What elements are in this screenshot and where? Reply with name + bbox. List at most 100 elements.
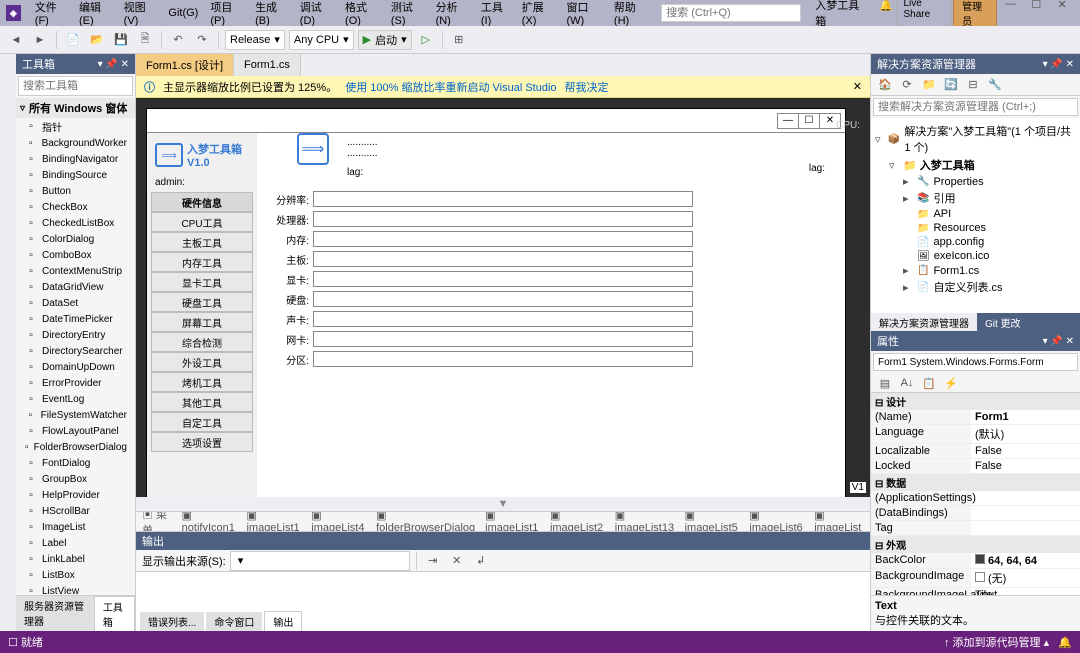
- form-side-btn[interactable]: 硬件信息: [151, 192, 253, 212]
- infobar-link-restart[interactable]: 使用 100% 缩放比率重新启动 Visual Studio: [345, 79, 556, 95]
- toolbox-item[interactable]: ▫ComboBox: [16, 247, 135, 263]
- form-side-btn[interactable]: 主板工具: [151, 232, 253, 252]
- pin-icon[interactable]: ▾ 📌 ✕: [98, 59, 129, 70]
- prop-row[interactable]: Language(默认): [871, 425, 1080, 444]
- left-tab-toolbox[interactable]: 工具箱: [94, 596, 135, 631]
- redo-icon[interactable]: ↷: [192, 30, 212, 50]
- field-input[interactable]: [313, 351, 693, 367]
- toolbox-item[interactable]: ▫ListView: [16, 583, 135, 595]
- form-min-icon[interactable]: —: [777, 113, 799, 129]
- form-side-btn[interactable]: 外设工具: [151, 352, 253, 372]
- field-input[interactable]: [313, 311, 693, 327]
- toolbox-item[interactable]: ▫LinkLabel: [16, 551, 135, 567]
- sln-tab-explorer[interactable]: 解决方案资源管理器: [871, 313, 977, 331]
- toolbox-item[interactable]: ▫ImageList: [16, 519, 135, 535]
- infobar-link-help[interactable]: 帮我决定: [565, 79, 609, 95]
- btm-tab-output[interactable]: 输出: [264, 611, 302, 631]
- tray-item[interactable]: ▣ 菜单: [142, 511, 172, 531]
- form-side-btn[interactable]: 显卡工具: [151, 272, 253, 292]
- toolbox-item[interactable]: ▫FlowLayoutPanel: [16, 423, 135, 439]
- tree-resources[interactable]: 📁 Resources: [875, 221, 1076, 235]
- global-search-input[interactable]: [661, 4, 801, 22]
- tree-api[interactable]: 📁 API: [875, 207, 1076, 221]
- prop-row[interactable]: (DataBindings): [871, 506, 1080, 521]
- menu-help[interactable]: 帮助(H): [608, 0, 653, 29]
- toolbox-item[interactable]: ▫BackgroundWorker: [16, 135, 135, 151]
- prop-row[interactable]: (ApplicationSettings): [871, 491, 1080, 506]
- sln-tab-git[interactable]: Git 更改: [977, 313, 1029, 331]
- menu-extensions[interactable]: 扩展(X): [516, 0, 561, 29]
- toolbox-item[interactable]: ▫DataSet: [16, 295, 135, 311]
- menu-build[interactable]: 生成(B): [249, 0, 294, 29]
- menu-test[interactable]: 测试(S): [385, 0, 430, 29]
- toolbox-item[interactable]: ▫HelpProvider: [16, 487, 135, 503]
- output-wrap-icon[interactable]: ↲: [471, 551, 491, 571]
- new-icon[interactable]: 📄: [63, 30, 83, 50]
- toolbox-item[interactable]: ▫BindingSource: [16, 167, 135, 183]
- prop-row[interactable]: LockedFalse: [871, 459, 1080, 474]
- prop-row[interactable]: BackgroundImageLayoutTile: [871, 588, 1080, 595]
- toolbox-item[interactable]: ▫Label: [16, 535, 135, 551]
- props-object-dropdown[interactable]: Form1 System.Windows.Forms.Form: [873, 353, 1078, 371]
- form-side-btn[interactable]: 其他工具: [151, 392, 253, 412]
- toolbox-item[interactable]: ▫CheckBox: [16, 199, 135, 215]
- tray-item[interactable]: ▣ imageList1: [246, 511, 301, 531]
- toolbox-item[interactable]: ▫DateTimePicker: [16, 311, 135, 327]
- platform-dropdown[interactable]: Any CPU ▾: [289, 30, 354, 50]
- field-input[interactable]: [313, 251, 693, 267]
- tree-customlist[interactable]: ▸📄 自定义列表.cs: [875, 278, 1076, 296]
- sln-search-input[interactable]: [873, 98, 1078, 116]
- props-pin-icon[interactable]: ▾ 📌 ✕: [1043, 336, 1074, 347]
- form-side-btn[interactable]: 选项设置: [151, 432, 253, 452]
- tray-item[interactable]: ▣ imageList5: [685, 511, 740, 531]
- toolbox-item[interactable]: ▫Button: [16, 183, 135, 199]
- menu-view[interactable]: 视图(V): [118, 0, 163, 29]
- sln-showall-icon[interactable]: 📁: [919, 75, 939, 95]
- config-dropdown[interactable]: Release ▾: [225, 30, 285, 50]
- output-clear-icon[interactable]: ✕: [447, 551, 467, 571]
- sln-sync-icon[interactable]: ⟳: [897, 75, 917, 95]
- toolbox-item[interactable]: ▫ListBox: [16, 567, 135, 583]
- tray-item[interactable]: ▣ imageList13: [615, 511, 675, 531]
- tree-exeicon[interactable]: 🖼 exeIcon.ico: [875, 249, 1076, 263]
- sln-refresh-icon[interactable]: 🔄: [941, 75, 961, 95]
- open-icon[interactable]: 📂: [87, 30, 107, 50]
- tree-appconfig[interactable]: 📄 app.config: [875, 235, 1076, 249]
- toolbox-item[interactable]: ▫DirectoryEntry: [16, 327, 135, 343]
- sln-pin-icon[interactable]: ▾ 📌 ✕: [1043, 59, 1074, 70]
- tree-properties[interactable]: ▸🔧 Properties: [875, 174, 1076, 189]
- menu-project[interactable]: 项目(P): [204, 0, 249, 29]
- menu-debug[interactable]: 调试(D): [294, 0, 339, 29]
- sln-collapse-icon[interactable]: ⊟: [963, 75, 983, 95]
- btm-tab-cmd[interactable]: 命令窗口: [206, 612, 262, 631]
- props-cat-icon[interactable]: ▤: [875, 373, 895, 393]
- menu-file[interactable]: 文件(F): [29, 0, 73, 29]
- save-icon[interactable]: 💾: [111, 30, 131, 50]
- field-input[interactable]: [313, 271, 693, 287]
- field-input[interactable]: [313, 211, 693, 227]
- toolbox-item[interactable]: ▫FolderBrowserDialog: [16, 439, 135, 455]
- close-icon[interactable]: ✕: [1050, 0, 1074, 13]
- menu-format[interactable]: 格式(O): [339, 0, 385, 29]
- toolbox-item[interactable]: ▫ErrorProvider: [16, 375, 135, 391]
- menu-git[interactable]: Git(G): [162, 5, 204, 21]
- tray-item[interactable]: ▣ imageList: [814, 511, 864, 531]
- toolbox-item[interactable]: ▫EventLog: [16, 391, 135, 407]
- output-source-dropdown[interactable]: ▾: [230, 551, 410, 571]
- start-noDebug-icon[interactable]: ▷: [416, 30, 436, 50]
- toolbox-item[interactable]: ▫ColorDialog: [16, 231, 135, 247]
- menu-analyze[interactable]: 分析(N): [430, 0, 475, 29]
- doc-tab-designer[interactable]: Form1.cs [设计]: [136, 54, 234, 76]
- prop-row[interactable]: (Name)Form1: [871, 410, 1080, 425]
- start-button[interactable]: ▶ 启动 ▾: [358, 30, 412, 50]
- form-max-icon[interactable]: ☐: [798, 113, 820, 129]
- nav-back-icon[interactable]: ◄: [6, 30, 26, 50]
- status-addsrc[interactable]: ↑ 添加到源代码管理 ▴ 🔔: [944, 634, 1072, 650]
- props-events-icon[interactable]: ⚡: [941, 373, 961, 393]
- prop-row[interactable]: BackgroundImage(无): [871, 569, 1080, 588]
- toolbox-item[interactable]: ▫DataGridView: [16, 279, 135, 295]
- tray-item[interactable]: ▣ imageList4: [311, 511, 366, 531]
- form-side-btn[interactable]: 综合检测: [151, 332, 253, 352]
- undo-icon[interactable]: ↶: [168, 30, 188, 50]
- toolbox-item[interactable]: ▫ContextMenuStrip: [16, 263, 135, 279]
